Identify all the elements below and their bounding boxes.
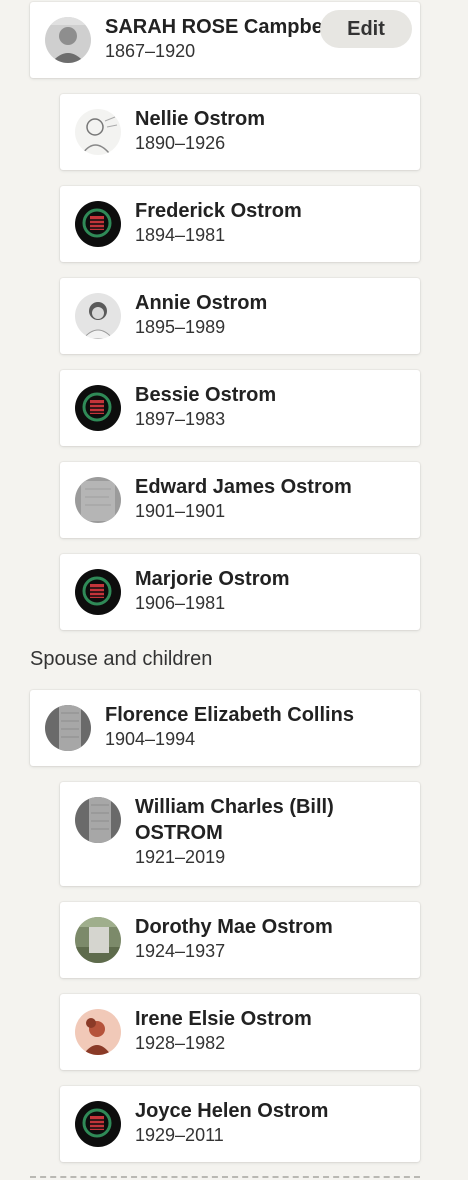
- person-name: Florence Elizabeth Collins: [105, 704, 354, 726]
- person-name: Joyce Helen Ostrom: [135, 1100, 329, 1122]
- child-card[interactable]: Nellie Ostrom 1890–1926: [60, 94, 420, 170]
- emblem-icon: [75, 385, 121, 431]
- person-name: Bessie Ostrom: [135, 384, 277, 406]
- child-card[interactable]: Edward James Ostrom 1901–1901: [60, 462, 420, 538]
- child-card[interactable]: Bessie Ostrom 1897–1983: [60, 370, 420, 446]
- parent-card[interactable]: SARAH ROSE Campbell 1867–1920 Edit: [30, 2, 420, 78]
- child-card[interactable]: William Charles (Bill) OSTROM 1921–2019: [60, 782, 420, 886]
- spouse-card[interactable]: Florence Elizabeth Collins 1904–1994: [30, 690, 420, 766]
- person-dates: 1895–1989: [135, 317, 226, 337]
- person-name: Marjorie Ostrom: [135, 568, 290, 590]
- person-dates: 1928–1982: [135, 1033, 226, 1053]
- child-card[interactable]: Dorothy Mae Ostrom 1924–1937: [60, 902, 420, 978]
- dashed-divider: [30, 1176, 420, 1178]
- person-dates: 1929–2011: [135, 1125, 224, 1145]
- person-dates: 1894–1981: [135, 225, 226, 245]
- child-card[interactable]: Frederick Ostrom 1894–1981: [60, 186, 420, 262]
- section-heading: Spouse and children: [30, 648, 213, 670]
- person-dates: 1921–2019: [135, 847, 226, 867]
- child-card[interactable]: Irene Elsie Ostrom 1928–1982: [60, 994, 420, 1070]
- sketch-portrait-icon: [75, 109, 121, 155]
- edit-button[interactable]: Edit: [320, 10, 412, 48]
- emblem-icon: [75, 569, 121, 615]
- photo-portrait-icon: [45, 17, 91, 63]
- grave-outdoor-photo-icon: [75, 917, 121, 963]
- person-dates: 1901–1901: [135, 501, 226, 521]
- gravestone-photo-icon: [45, 705, 91, 751]
- person-name: Nellie Ostrom: [135, 108, 266, 130]
- person-name: Dorothy Mae Ostrom: [135, 916, 333, 938]
- person-dates: 1904–1994: [105, 729, 196, 749]
- emblem-icon: [75, 1101, 121, 1147]
- emblem-icon: [75, 201, 121, 247]
- person-name: Irene Elsie Ostrom: [135, 1008, 312, 1030]
- person-name: Frederick Ostrom: [135, 200, 302, 222]
- person-dates: 1906–1981: [135, 593, 226, 613]
- female-silhouette-icon: [75, 1009, 121, 1055]
- child-card[interactable]: Joyce Helen Ostrom 1929–2011: [60, 1086, 420, 1162]
- person-name: Edward James Ostrom: [135, 476, 352, 498]
- person-name: William Charles (Bill) OSTROM: [135, 796, 334, 844]
- child-card[interactable]: Marjorie Ostrom 1906–1981: [60, 554, 420, 630]
- photo-portrait-icon: [75, 293, 121, 339]
- gravestone-photo-icon: [75, 797, 121, 843]
- person-name: Annie Ostrom: [135, 292, 268, 314]
- person-dates: 1924–1937: [135, 941, 226, 961]
- person-dates: 1890–1926: [135, 133, 226, 153]
- child-card[interactable]: Annie Ostrom 1895–1989: [60, 278, 420, 354]
- gravestone-photo-icon: [75, 477, 121, 523]
- person-dates: 1897–1983: [135, 409, 226, 429]
